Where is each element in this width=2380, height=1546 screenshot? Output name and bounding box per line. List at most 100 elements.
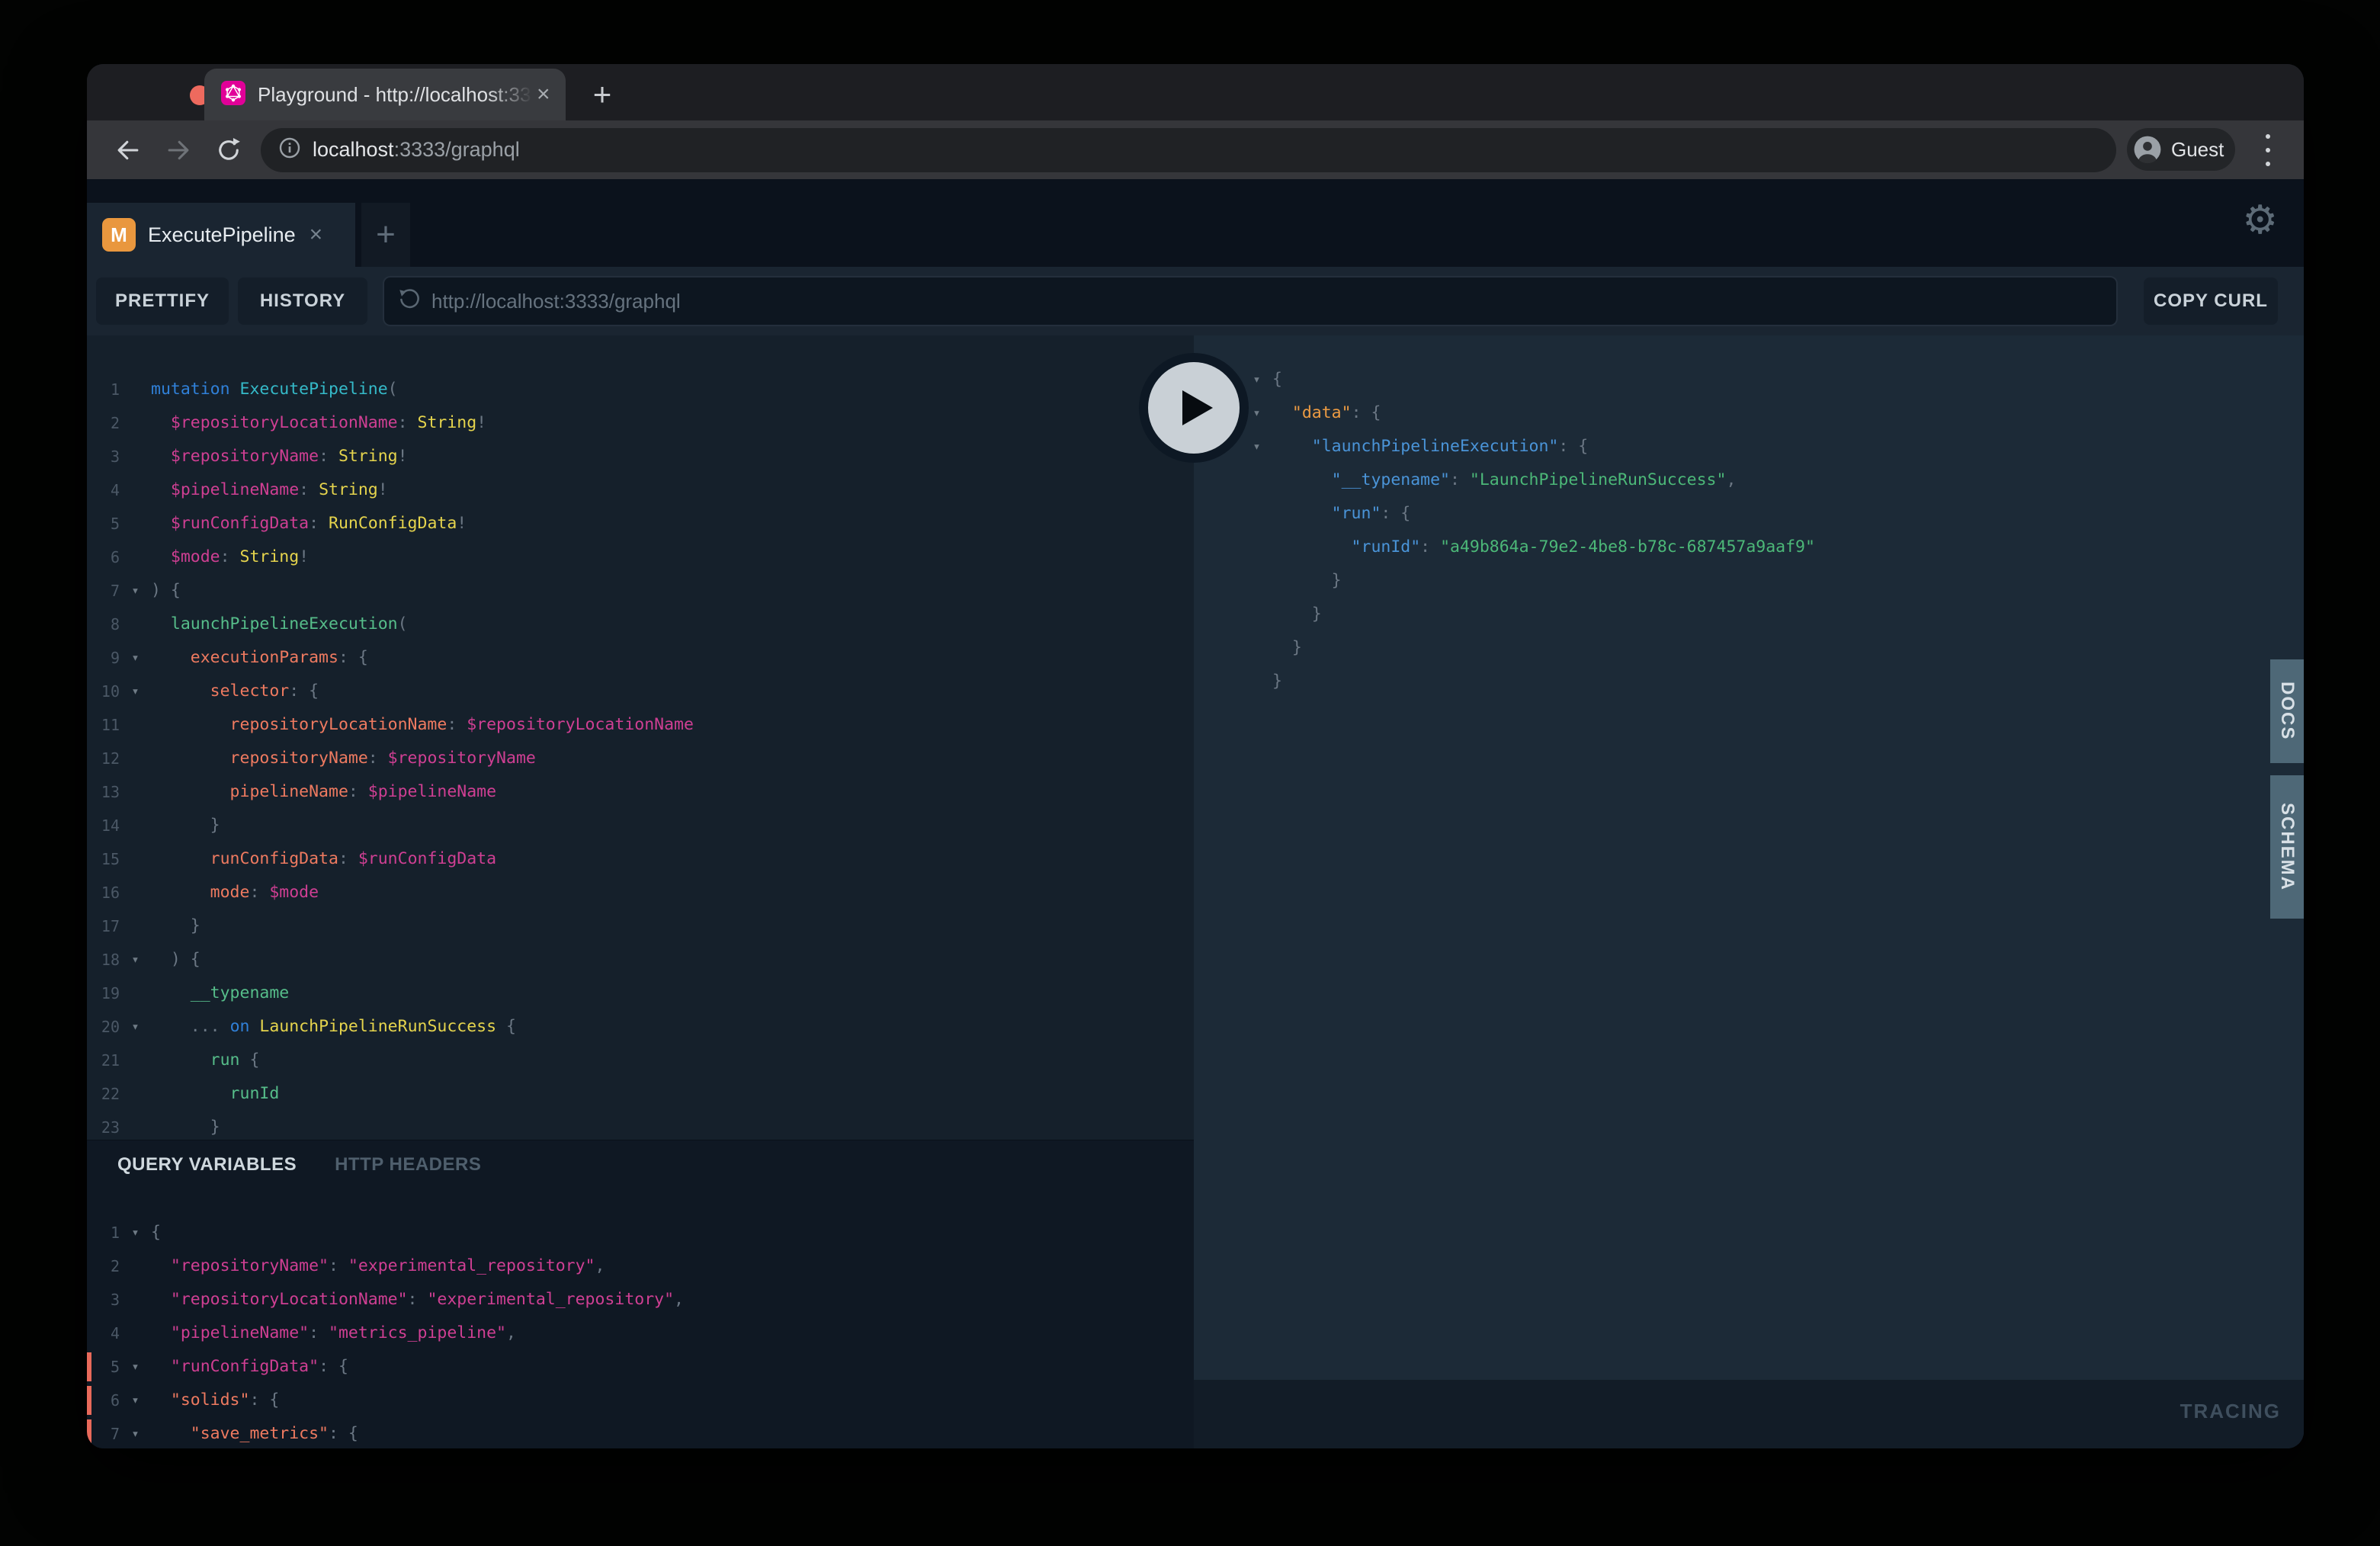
code-line: 4 "pipelineName": "metrics_pipeline", — [87, 1317, 1194, 1350]
line-number: 23 — [87, 1111, 120, 1140]
fold-toggle-icon — [1241, 631, 1272, 665]
line-number: 16 — [87, 876, 120, 909]
code-line: 3 "repositoryLocationName": "experimenta… — [87, 1283, 1194, 1317]
forward-icon[interactable] — [157, 129, 200, 172]
fold-toggle-icon — [120, 842, 151, 876]
back-icon[interactable] — [107, 129, 149, 172]
fold-toggle-icon — [120, 373, 151, 406]
fold-toggle-icon[interactable]: ▾ — [1241, 430, 1272, 463]
fold-toggle-icon — [120, 540, 151, 574]
reload-icon[interactable] — [207, 129, 250, 172]
fold-toggle-icon[interactable]: ▾ — [120, 641, 151, 675]
tab-close-icon[interactable]: × — [537, 83, 550, 106]
fold-toggle-icon[interactable]: ▾ — [120, 1216, 151, 1249]
endpoint-history-icon[interactable] — [396, 287, 422, 316]
code-line: 2 $repositoryLocationName: String! — [87, 406, 1194, 440]
profile-button[interactable]: Guest — [2127, 128, 2235, 171]
line-number: 1 — [87, 373, 120, 406]
error-marker — [87, 1352, 91, 1381]
line-number: 4 — [87, 1317, 120, 1350]
tab-query-variables[interactable]: QUERY VARIABLES — [117, 1154, 297, 1176]
fold-toggle-icon[interactable]: ▾ — [120, 1384, 151, 1417]
fold-toggle-icon — [120, 507, 151, 540]
fold-toggle-icon[interactable]: ▾ — [120, 574, 151, 608]
code-line: } — [1194, 564, 2304, 598]
code-line: 11 repositoryLocationName: $repositoryLo… — [87, 708, 1194, 742]
fold-toggle-icon — [120, 977, 151, 1010]
copy-curl-button[interactable]: COPY CURL — [2144, 277, 2278, 325]
line-number: 3 — [87, 440, 120, 473]
code-line: "runId": "a49b864a-79e2-4be8-b78c-687457… — [1194, 531, 2304, 564]
line-number: 9 — [87, 641, 120, 675]
session-tab-close-icon[interactable]: × — [310, 222, 323, 248]
line-number: 7 — [87, 574, 120, 608]
code-line: 22 runId — [87, 1077, 1194, 1111]
session-tab-title: ExecutePipeline — [148, 223, 296, 247]
tracing-toggle[interactable]: TRACING — [2180, 1400, 2281, 1423]
line-number: 10 — [87, 675, 120, 708]
fold-toggle-icon[interactable]: ▾ — [1241, 363, 1272, 396]
fold-toggle-icon — [120, 1283, 151, 1317]
code-line: 3 $repositoryName: String! — [87, 440, 1194, 473]
code-line: } — [1194, 631, 2304, 665]
tracing-bar: TRACING — [1194, 1380, 2304, 1448]
code-line: 20▾ ... on LaunchPipelineRunSuccess { — [87, 1010, 1194, 1044]
new-session-tab-button[interactable]: + — [361, 203, 410, 267]
code-line: 8 launchPipelineExecution( — [87, 608, 1194, 641]
prettify-button[interactable]: PRETTIFY — [96, 277, 229, 325]
variables-editor[interactable]: 1▾{2 "repositoryName": "experimental_rep… — [87, 1140, 1194, 1448]
response-viewer[interactable]: ▾{▾ "data": {▾ "launchPipelineExecution"… — [1194, 335, 2304, 1380]
tab-http-headers[interactable]: HTTP HEADERS — [335, 1154, 481, 1176]
code-line: 19 __typename — [87, 977, 1194, 1010]
browser-tab[interactable]: Playground - http://localhost:33 × — [204, 69, 566, 120]
fold-toggle-icon[interactable]: ▾ — [120, 1350, 151, 1384]
code-line: 14 } — [87, 809, 1194, 842]
code-line: 9▾ executionParams: { — [87, 641, 1194, 675]
code-line: 7▾) { — [87, 574, 1194, 608]
code-line: 12 repositoryName: $repositoryName — [87, 742, 1194, 775]
code-line: 5 $runConfigData: RunConfigData! — [87, 507, 1194, 540]
fold-toggle-icon — [120, 1249, 151, 1283]
fold-toggle-icon[interactable]: ▾ — [120, 1010, 151, 1044]
browser-menu-icon[interactable] — [2261, 134, 2275, 166]
fold-toggle-icon[interactable]: ▾ — [120, 675, 151, 708]
line-number: 7 — [87, 1417, 120, 1448]
fold-toggle-icon[interactable]: ▾ — [1241, 396, 1272, 430]
graphql-favicon — [221, 81, 245, 109]
site-info-icon[interactable] — [277, 136, 302, 164]
query-editor[interactable]: 1mutation ExecutePipeline(2 $repositoryL… — [87, 335, 1194, 1140]
settings-gear-icon[interactable]: ⚙ — [2242, 200, 2278, 240]
fold-toggle-icon — [120, 440, 151, 473]
schema-sidetab[interactable]: SCHEMA — [2270, 775, 2304, 919]
error-marker — [87, 1386, 91, 1415]
url-path: :3333/graphql — [394, 138, 520, 161]
code-line: 4 $pipelineName: String! — [87, 473, 1194, 507]
code-line: 10▾ selector: { — [87, 675, 1194, 708]
fold-toggle-icon — [120, 608, 151, 641]
line-number: 19 — [87, 977, 120, 1010]
code-line: 13 pipelineName: $pipelineName — [87, 775, 1194, 809]
line-number: 13 — [87, 775, 120, 809]
fold-toggle-icon — [120, 406, 151, 440]
mutation-badge: M — [102, 218, 136, 252]
history-button[interactable]: HISTORY — [238, 277, 367, 325]
fold-toggle-icon[interactable]: ▾ — [120, 1417, 151, 1448]
line-number: 14 — [87, 809, 120, 842]
code-line: ▾{ — [1194, 363, 2304, 396]
line-number: 11 — [87, 708, 120, 742]
code-line: 23 } — [87, 1111, 1194, 1140]
fold-toggle-icon — [120, 1317, 151, 1350]
session-tab-executepipeline[interactable]: M ExecutePipeline × — [87, 203, 355, 267]
session-main: 1mutation ExecutePipeline(2 $repositoryL… — [87, 335, 2304, 1448]
code-line: ▾ "data": { — [1194, 396, 2304, 430]
code-line: 17 } — [87, 909, 1194, 943]
graphql-playground: M ExecutePipeline × + ⚙ PRETTIFY HISTORY… — [87, 179, 2304, 1448]
new-tab-button[interactable]: + — [581, 73, 624, 116]
code-line: 18▾ ) { — [87, 943, 1194, 977]
error-marker — [87, 1419, 91, 1448]
endpoint-input[interactable]: http://localhost:3333/graphql — [383, 276, 2118, 326]
fold-toggle-icon — [120, 909, 151, 943]
fold-toggle-icon[interactable]: ▾ — [120, 943, 151, 977]
docs-sidetab[interactable]: DOCS — [2270, 659, 2304, 763]
address-bar[interactable]: localhost:3333/graphql — [261, 128, 2116, 172]
